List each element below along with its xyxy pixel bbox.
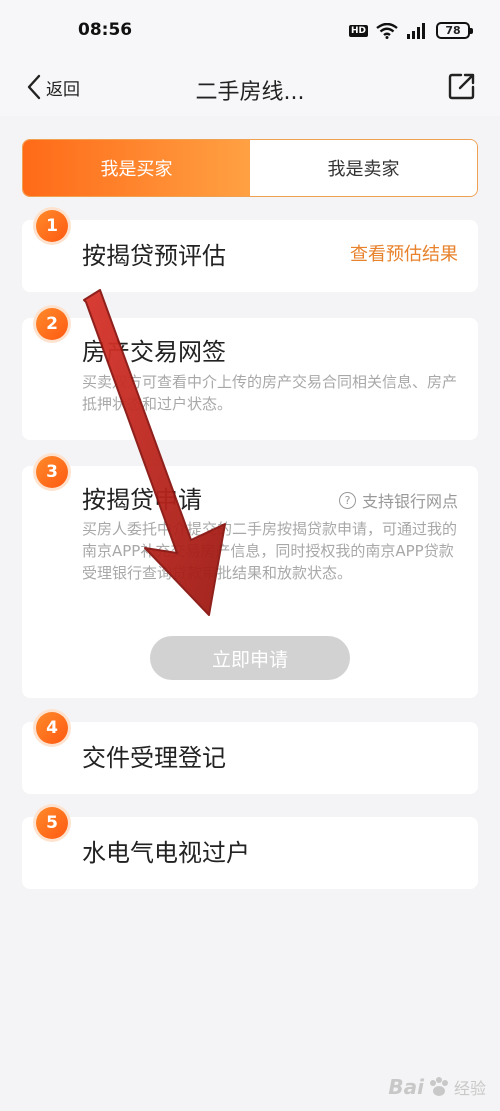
view-estimate-link[interactable]: 查看预估结果 xyxy=(350,240,458,266)
question-icon: ? xyxy=(338,491,356,509)
step-card-2: 2 房产交易网签 买卖双方可查看中介上传的房产交易合同相关信息、房产抵押状态和过… xyxy=(22,308,478,440)
step-number-badge: 5 xyxy=(36,807,68,839)
status-bar: 08:56 HD 78 xyxy=(0,0,500,62)
step-card-3: 3 按揭贷申请 ? 支持银行网点 买房人委托中介提交的二手房按揭贷款申请，可通过… xyxy=(22,456,478,698)
share-button[interactable] xyxy=(448,72,476,104)
step-title: 房产交易网签 xyxy=(82,338,226,366)
tab-seller[interactable]: 我是卖家 xyxy=(250,140,477,196)
step-description: 买卖双方可查看中介上传的房产交易合同相关信息、房产抵押状态和过户状态。 xyxy=(82,373,458,413)
wifi-icon xyxy=(376,22,398,39)
step-number-badge: 2 xyxy=(36,308,68,340)
step-card-5: 5 水电气电视过户 xyxy=(22,807,478,889)
status-icons: HD 78 xyxy=(348,22,473,39)
role-tabs: 我是买家 我是卖家 xyxy=(22,139,478,197)
step-card-4: 4 交件受理登记 xyxy=(22,712,478,794)
share-icon xyxy=(448,73,475,100)
step-number-badge: 4 xyxy=(36,712,68,744)
step-card-1: 1 按揭贷预评估 查看预估结果 xyxy=(22,210,478,292)
step-title: 水电气电视过户 xyxy=(82,839,250,867)
status-time: 08:56 xyxy=(78,20,133,40)
tab-buyer[interactable]: 我是买家 xyxy=(23,140,250,196)
step-number-badge: 3 xyxy=(36,456,68,488)
paw-icon xyxy=(429,1077,448,1096)
supported-branches-link[interactable]: ? 支持银行网点 xyxy=(338,488,458,512)
step-title: 按揭贷预评估 xyxy=(82,242,226,270)
cellular-signal-icon xyxy=(407,22,425,39)
hd-badge: HD xyxy=(348,24,368,37)
watermark-brand: Bai xyxy=(388,1075,424,1099)
watermark-sub: 经验 xyxy=(453,1079,486,1098)
step-description: 买房人委托中介提交的二手房按揭贷款申请，可通过我的南京APP补充交易房产信息，同… xyxy=(82,520,458,582)
page-title: 二手房线... xyxy=(195,80,305,105)
watermark: Bai 经验 xyxy=(388,1075,486,1099)
step-number-badge: 1 xyxy=(36,210,68,242)
step-title: 交件受理登记 xyxy=(82,744,226,772)
step-title: 按揭贷申请 xyxy=(82,486,202,514)
navigation-bar: 返回 二手房线... xyxy=(0,62,500,116)
apply-now-button[interactable]: 立即申请 xyxy=(150,636,350,680)
battery-indicator: 78 xyxy=(436,22,473,39)
help-label: 支持银行网点 xyxy=(361,492,458,511)
